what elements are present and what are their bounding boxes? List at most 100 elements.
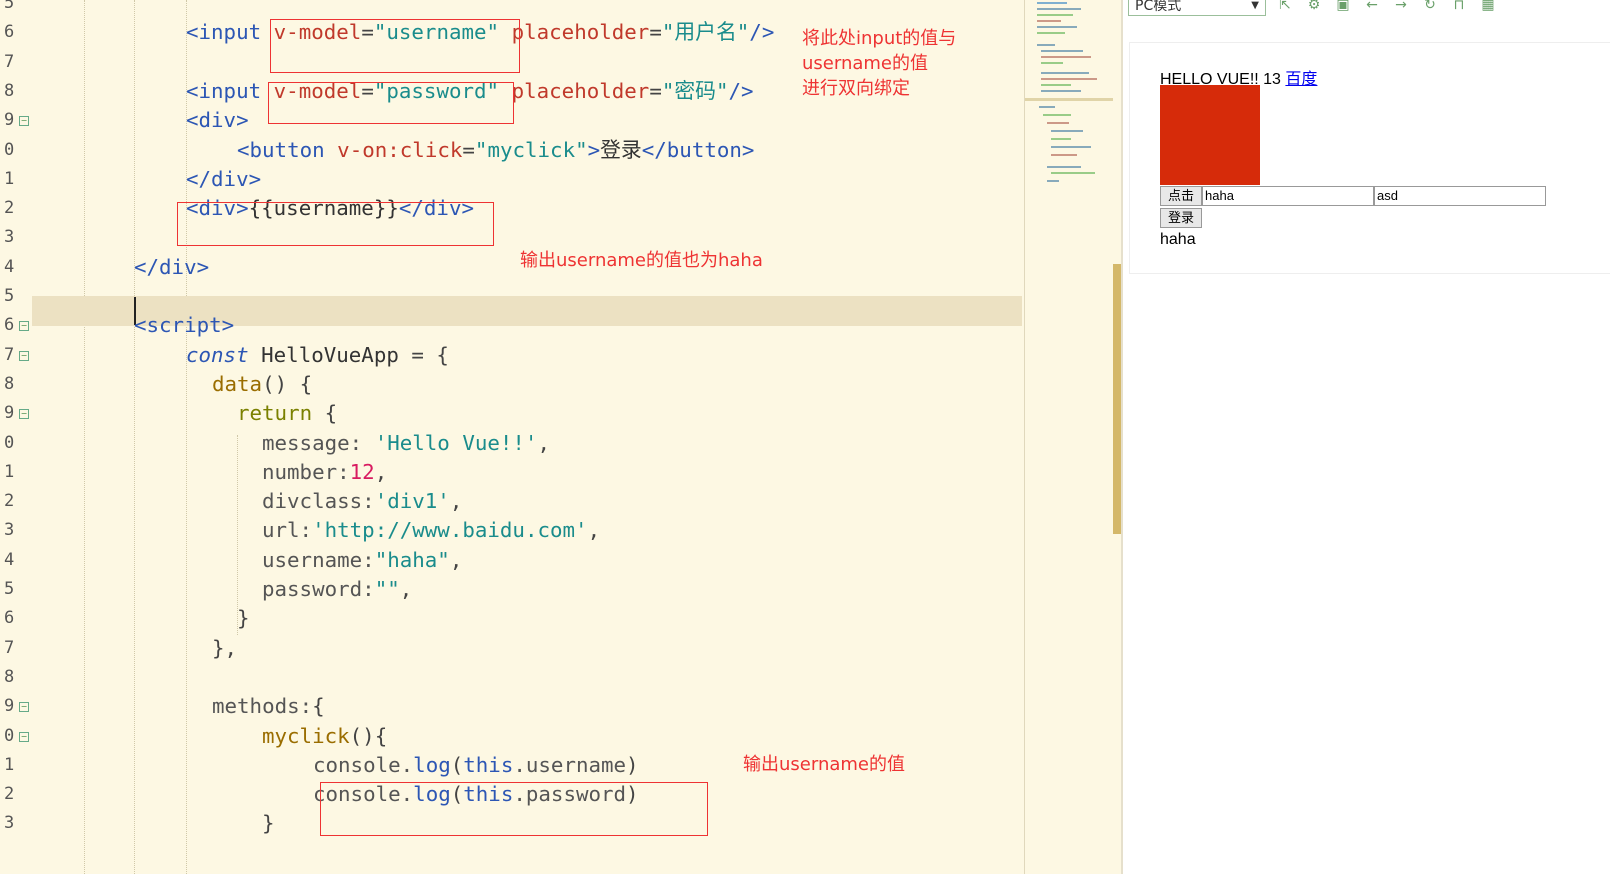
external-icon[interactable]: ⇱ [1276,0,1294,14]
click-button[interactable]: 点击 [1160,186,1202,206]
code-token: , [587,518,601,542]
qr-icon[interactable]: ▦ [1479,0,1497,14]
fold-toggle-icon[interactable]: − [19,116,29,126]
annotation-output-note: 输出username的值也为haha [520,250,763,271]
code-token: log [413,753,451,777]
indent-guide [134,0,135,874]
code-minimap[interactable] [1024,0,1113,874]
line-number: 2 [4,198,15,218]
code-token: this [463,753,514,777]
mode-select[interactable]: PC模式 ▼ [1128,0,1266,16]
code-token: , [399,577,413,601]
terminal-icon[interactable]: ▣ [1334,0,1352,14]
code-line[interactable]: </div> [134,252,209,282]
code-token: { [312,401,338,425]
annotation-bind-note: 将此处input的值与 username的值 进行双向绑定 [802,28,957,99]
login-button[interactable]: 登录 [1160,208,1202,228]
fold-toggle-icon[interactable]: − [19,351,29,361]
code-token: 登录 [600,138,642,162]
line-number: 6 [4,608,15,628]
baidu-link[interactable]: 百度 [1285,71,1317,88]
code-line[interactable]: methods:{ [212,691,325,721]
code-line[interactable]: const HelloVueApp = { [186,340,449,370]
code-token: message: [262,431,375,455]
code-token: }, [212,636,238,660]
code-token: } [237,606,250,630]
code-token: </button> [641,138,755,162]
code-token: number: [262,460,350,484]
code-token: password: [262,577,375,601]
line-number: 5 [4,0,15,13]
back-arrow-icon[interactable]: ← [1363,0,1381,14]
code-editor[interactable]: 5 6 7 8 9−0 1 2 3 4 5 6−7−8 9−0 1 2 3 4 5 6 7 8 9−0−1 2 3 <inp… [0,0,1024,874]
code-token: v-on:click [337,138,463,162]
code-token: data [212,372,263,396]
code-token: (){ [349,724,388,748]
code-token: = [462,138,475,162]
code-token: <input [186,20,274,44]
code-token: = { [411,343,449,367]
preview-toolbar: PC模式 ▼ ⇱ ⚙ ▣ ← → ↻ ⊓ ▦ [1123,0,1610,26]
code-token: url: [262,518,313,542]
line-number: 2 [4,784,15,804]
code-line[interactable]: url:'http://www.baidu.com', [262,515,600,545]
annotation-box-console-log [320,782,708,836]
code-line[interactable]: message: 'Hello Vue!!', [262,428,550,458]
code-line[interactable]: } [262,808,275,838]
code-token: 12 [349,460,375,484]
browser-preview-pane: PC模式 ▼ ⇱ ⚙ ▣ ← → ↻ ⊓ ▦ HELLO VUE!! 13 百度… [1123,0,1610,874]
code-line[interactable]: <button v-on:click="myclick">登录</button> [237,135,754,165]
forward-arrow-icon[interactable]: → [1392,0,1410,14]
code-line[interactable]: } [237,603,250,633]
line-number: 1 [4,755,15,775]
line-number: 4 [4,257,15,277]
line-number: 7 [4,638,15,658]
username-input[interactable]: haha [1202,186,1374,206]
line-number: 1 [4,462,15,482]
gear-icon[interactable]: ⚙ [1305,0,1323,14]
line-number: 5 [4,286,15,306]
chevron-down-icon: ▼ [1251,0,1259,11]
code-line[interactable]: }, [212,633,237,663]
code-line[interactable]: <div> [186,105,249,135]
annotation-box-username-model [270,19,520,73]
code-line[interactable]: </div> [186,164,261,194]
code-token: /> [728,79,754,103]
fold-toggle-icon[interactable]: − [19,321,29,331]
code-line[interactable]: username:"haha", [262,545,462,575]
indent-guide [84,0,85,874]
code-token: ) [626,753,639,777]
password-input[interactable]: asd [1374,186,1546,206]
code-token: 'http://www.baidu.com' [312,518,588,542]
code-token: const [186,343,249,367]
editor-scrollbar-thumb[interactable] [1113,264,1121,534]
code-token: .username [513,753,627,777]
code-line[interactable]: password:"", [262,574,412,604]
line-number: 3 [4,520,15,540]
code-line[interactable]: <script> [134,310,234,340]
line-number: 2 [4,491,15,511]
code-line[interactable]: divclass:'div1', [262,486,462,516]
line-number: 3 [4,227,15,247]
refresh-icon[interactable]: ↻ [1421,0,1439,14]
fold-toggle-icon[interactable]: − [19,702,29,712]
line-number: 4 [4,550,15,570]
code-token: placeholder [511,20,650,44]
code-line[interactable]: console.log(this.username) [313,750,639,780]
code-token: ( [450,753,464,777]
lock-icon[interactable]: ⊓ [1450,0,1468,14]
code-token: console. [313,753,414,777]
code-token: divclass: [262,489,375,513]
code-line[interactable]: return { [237,398,337,428]
annotation-box-username-output [177,202,494,246]
code-token: = [649,79,662,103]
fold-toggle-icon[interactable]: − [19,409,29,419]
code-token: <script> [134,313,235,337]
fold-toggle-icon[interactable]: − [19,732,29,742]
code-token: </div> [134,255,210,279]
code-line[interactable]: myclick(){ [262,721,387,751]
code-line[interactable]: data() { [212,369,312,399]
code-token: > [587,138,601,162]
code-token: <input [186,79,274,103]
code-line[interactable]: number:12, [262,457,387,487]
